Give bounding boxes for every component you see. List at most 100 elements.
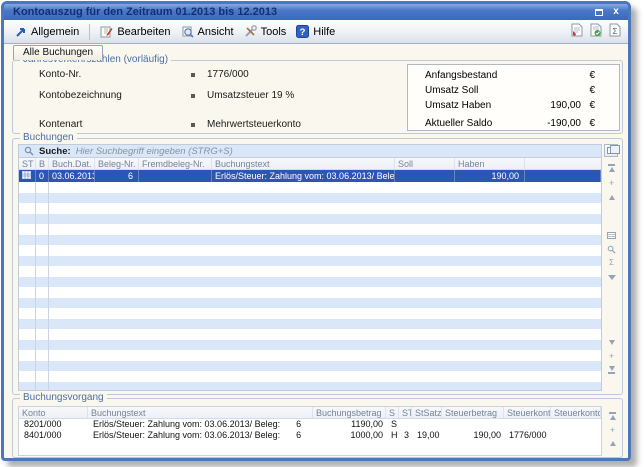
titlebar[interactable]: Kontoauszug für den Zeitraum 01.2013 bis… <box>4 4 628 20</box>
field-label: Konto-Nr. <box>39 69 191 80</box>
card-view-button[interactable] <box>605 229 618 241</box>
col-konto[interactable]: Konto <box>19 407 88 418</box>
cell-steuerbetrag: 190,00 <box>442 430 504 441</box>
table-header[interactable]: Konto Buchungstext Buchungsbetrag S ST S… <box>19 407 601 419</box>
prev-record-button[interactable] <box>605 191 618 203</box>
search-record-button[interactable] <box>605 243 618 255</box>
page-down-button[interactable]: + <box>605 350 618 362</box>
currency-symbol: € <box>581 118 595 129</box>
col-fremdbelegnr[interactable]: Fremdbeleg-Nr. <box>139 158 212 169</box>
first-record-icon <box>608 164 615 166</box>
first-record-button[interactable] <box>606 410 619 422</box>
document-sum-button[interactable]: Σ <box>608 22 622 41</box>
col-stsatz[interactable]: StSatz <box>412 407 442 418</box>
col-steuerbetrag[interactable]: Steuerbetrag <box>442 407 504 418</box>
cell-belegnr: 6 <box>95 170 139 182</box>
search-bar[interactable]: Suche: Hier Suchbegriff eingeben (STRG+S… <box>19 145 601 158</box>
col-steuerkonto2[interactable]: Steuerkonto 2 <box>551 407 601 418</box>
cell-st: 3 <box>399 430 412 441</box>
empty-row[interactable] <box>19 340 601 351</box>
group-title: Buchungsvorgang <box>20 392 107 403</box>
restore-icon <box>595 9 603 16</box>
empty-row[interactable] <box>19 350 601 361</box>
cell-s: S <box>386 419 399 430</box>
cell-steuerkonto1: 1776/000 <box>504 430 551 441</box>
empty-row[interactable] <box>19 287 601 298</box>
document-flag-button[interactable] <box>570 22 584 41</box>
buchungen-table: Suche: Hier Suchbegriff eingeben (STRG+S… <box>18 144 602 391</box>
last-record-icon <box>609 366 615 371</box>
menu-hilfe[interactable]: ? Hilfe <box>291 23 340 40</box>
page-up-button[interactable]: + <box>606 424 619 436</box>
table-row-selected[interactable]: 0 03.06.2013 6 Erlös/Steuer: Zahlung vom… <box>19 170 601 182</box>
empty-row[interactable] <box>19 182 601 193</box>
currency-symbol: € <box>581 100 595 111</box>
col-haben[interactable]: Haben <box>455 158 525 169</box>
filter-icon <box>608 275 616 280</box>
menu-label: Hilfe <box>313 26 335 38</box>
group-jahresverkehrszahlen: Jahresverkehrszahlen (vorläufig) Konto-N… <box>12 60 623 134</box>
search-record-icon <box>607 245 616 254</box>
record-nav-strip: + Σ + <box>604 144 619 391</box>
empty-row[interactable] <box>19 361 601 372</box>
help-icon: ? <box>296 25 309 38</box>
empty-row[interactable] <box>19 266 601 277</box>
cell-konto: 8201/000 <box>19 419 88 430</box>
document-flag-icon <box>571 23 583 37</box>
sum-list-button[interactable]: Σ <box>605 257 618 269</box>
empty-row[interactable] <box>19 256 601 267</box>
empty-row[interactable] <box>19 371 601 382</box>
col-s[interactable]: S <box>386 407 399 418</box>
menu-tools[interactable]: Tools <box>239 23 292 40</box>
empty-row[interactable] <box>19 277 601 288</box>
svg-text:?: ? <box>300 27 306 38</box>
col-st[interactable]: ST <box>399 407 412 418</box>
filter-button[interactable] <box>605 271 618 283</box>
column-chooser-button[interactable] <box>604 144 618 157</box>
col-st[interactable]: ST <box>19 158 36 169</box>
table-row[interactable]: 8201/000 Erlös/Steuer: Zahlung vom: 03.0… <box>19 419 601 430</box>
empty-row[interactable] <box>19 382 601 392</box>
table-header[interactable]: ST B Buch.Dat. Beleg-Nr. Fremdbeleg-Nr. … <box>19 158 601 170</box>
group-buchungen: Buchungen Suche: Hier Suchbegriff eingeb… <box>12 138 623 395</box>
empty-row[interactable] <box>19 308 601 319</box>
page-up-icon: + <box>609 179 614 187</box>
next-record-button[interactable] <box>605 336 618 348</box>
col-buchungsbetrag[interactable]: Buchungsbetrag <box>313 407 386 418</box>
cell-buchungstext: Erlös/Steuer: Zahlung vom: 03.06.2013/ B… <box>88 430 313 441</box>
empty-row[interactable] <box>19 214 601 225</box>
cell-buchungstext: Erlös/Steuer: Zahlung vom: 03.06.2013/ B… <box>88 419 313 430</box>
empty-row[interactable] <box>19 224 601 235</box>
page-down-icon: + <box>609 352 614 360</box>
group-title: Buchungen <box>20 132 77 143</box>
menu-bearbeiten[interactable]: Bearbeiten <box>95 23 175 40</box>
empty-row[interactable] <box>19 203 601 214</box>
table-row[interactable]: 8401/000 Erlös/Steuer: Zahlung vom: 03.0… <box>19 430 601 441</box>
col-b[interactable]: B <box>36 158 49 169</box>
document-check-button[interactable] <box>589 22 603 41</box>
empty-row[interactable] <box>19 319 601 330</box>
field-label: Kontenart <box>39 119 191 130</box>
empty-row[interactable] <box>19 245 601 256</box>
empty-row[interactable] <box>19 235 601 246</box>
first-record-icon <box>609 412 616 414</box>
cell-steuerkonto2 <box>551 430 601 441</box>
col-buchdat[interactable]: Buch.Dat. <box>49 158 95 169</box>
prev-record-button[interactable] <box>606 437 619 449</box>
col-belegnr[interactable]: Beleg-Nr. <box>95 158 139 169</box>
col-soll[interactable]: Soll <box>395 158 455 169</box>
first-record-button[interactable] <box>605 162 618 174</box>
last-record-button[interactable] <box>605 364 618 376</box>
menu-ansicht[interactable]: Ansicht <box>176 23 239 40</box>
close-button[interactable]: x <box>609 6 623 18</box>
col-buchungstext[interactable]: Buchungstext <box>88 407 313 418</box>
menu-allgemein[interactable]: Allgemein <box>10 24 84 40</box>
page-up-button[interactable]: + <box>605 177 618 189</box>
empty-row[interactable] <box>19 193 601 204</box>
empty-row[interactable] <box>19 298 601 309</box>
tab-alle-buchungen[interactable]: Alle Buchungen <box>13 45 103 60</box>
col-buchungstext[interactable]: Buchungstext <box>212 158 395 169</box>
col-steuerkonto1[interactable]: Steuerkonto 1 <box>504 407 551 418</box>
restore-button[interactable] <box>592 6 606 18</box>
empty-row[interactable] <box>19 329 601 340</box>
